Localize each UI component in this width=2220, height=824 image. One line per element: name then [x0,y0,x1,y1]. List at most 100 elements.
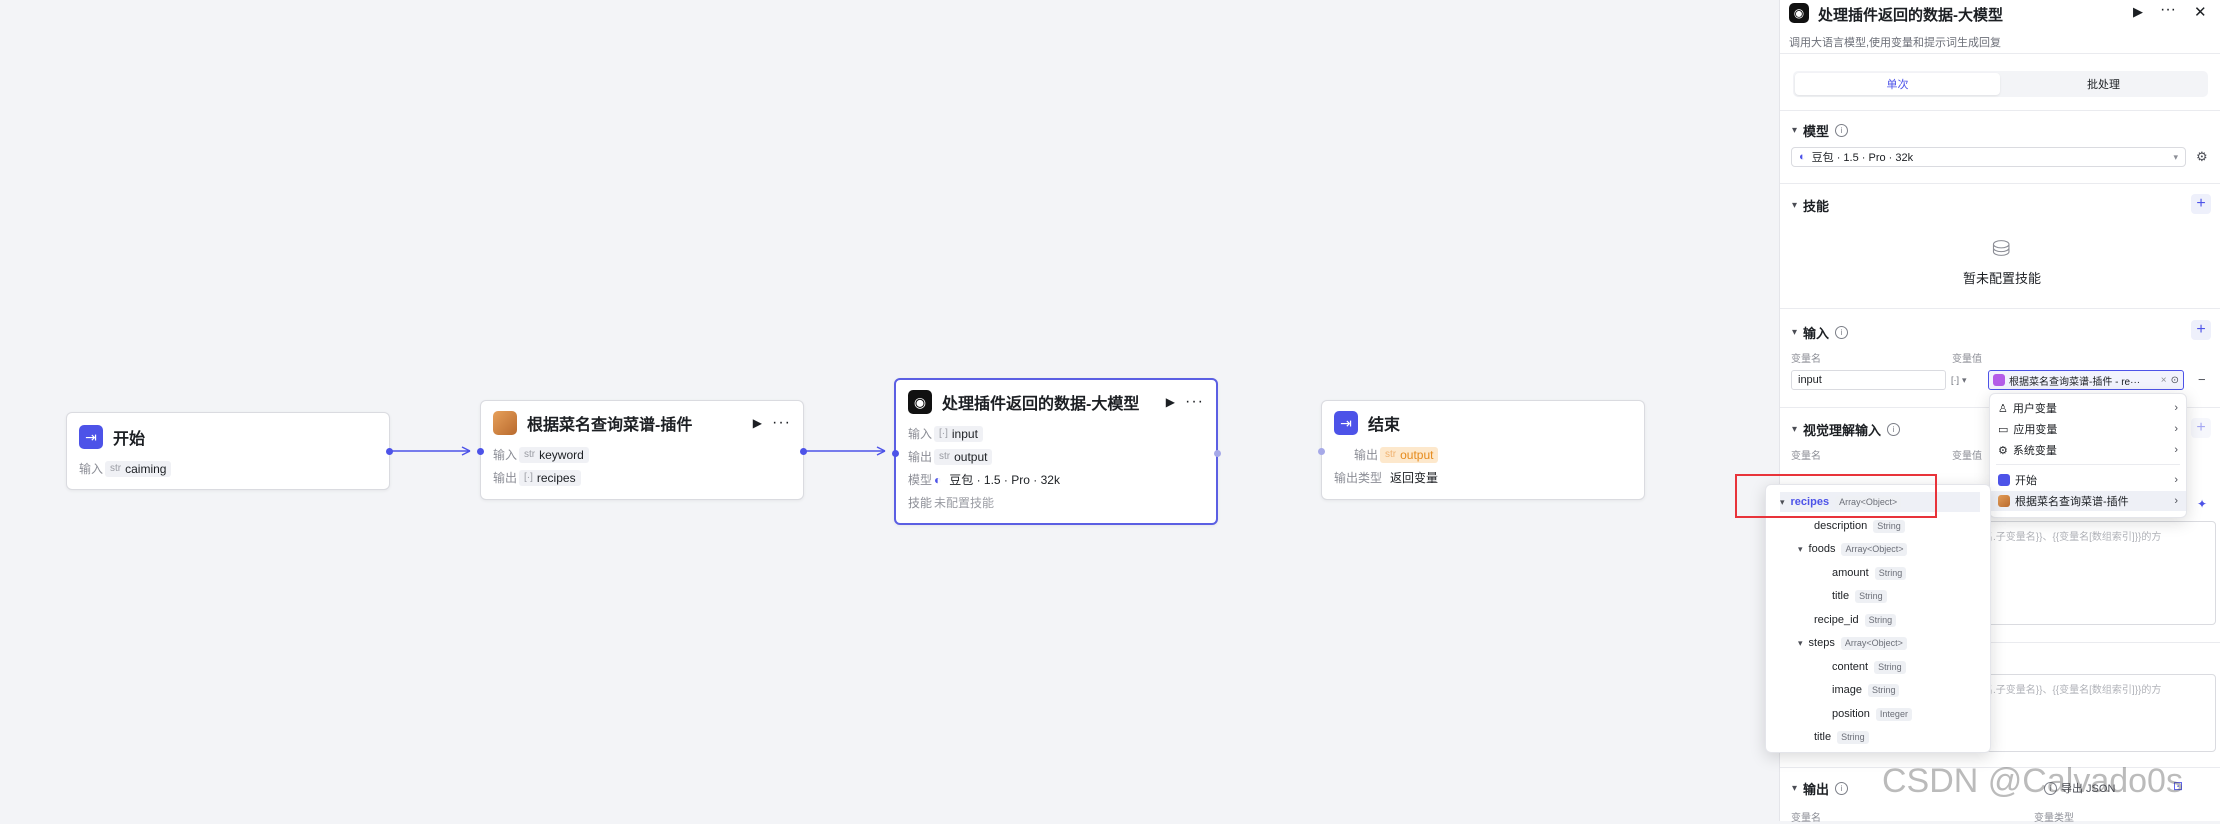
vision-section-title: 视觉理解输入 [1803,423,1882,438]
end-output-kind-label: 输出类型 [1334,471,1383,485]
chevron-down-icon: ▾ [1792,783,1798,794]
end-icon: ⇥ [1334,411,1358,435]
plugin-thumbnail-icon [1998,495,2010,507]
menu-system-variables[interactable]: ⚙ 系统变量 › [1990,440,2186,460]
menu-app-variables[interactable]: ▭ 应用变量 › [1990,419,2186,439]
llm-skill-label: 技能 [908,496,933,510]
vision-section-header[interactable]: ▾ 视觉理解输入 i [1792,420,1901,439]
workflow-canvas[interactable]: ⇥ 开始 输入 str caiming 根据菜名查询菜谱-插件 ▶ ··· 输入 … [0,0,1776,821]
close-icon[interactable]: ✕ [2194,3,2207,21]
tree-item-position[interactable]: position Integer [1832,704,1912,724]
user-prompt-placeholder: 变量名.子变量名}}、{{变量名[数组索引]}}的方 [1963,685,2162,696]
plugin-output-chip: [·] recipes [519,469,581,486]
tree-item-amount[interactable]: amount String [1832,563,1907,583]
system-prompt-placeholder: 变量名.子变量名}}、{{变量名[数组索引]}}的方 [1963,532,2162,543]
skill-empty-text: 暂未配置技能 [1963,271,2042,286]
user-prompt-editor[interactable]: 变量名.子变量名}}、{{变量名[数组索引]}}的方 [1952,674,2216,752]
tree-item-content[interactable]: content String [1832,657,1906,677]
chevron-down-icon: ▾ [1962,374,1967,385]
llm-node-title: 处理插件返回的数据-大模型 [942,396,1140,413]
model-settings-icon[interactable]: ⚙ [2196,149,2208,165]
add-vision-input-button[interactable]: + [2191,418,2211,438]
output-col-name: 变量名 [1791,813,1821,824]
start-output-port[interactable] [386,448,393,455]
start-icon [1998,474,2010,486]
watermark: CSDN @Calvado0s [1882,762,2183,800]
tree-item-foods[interactable]: ▾ foods Array<Object> [1798,539,1908,559]
skill-section-title: 技能 [1803,199,1830,214]
chevron-down-icon: ▾ [2173,151,2178,162]
tree-item-description[interactable]: description String [1814,516,1905,536]
more-icon[interactable]: ··· [2160,1,2176,19]
chevron-down-icon: ▾ [1792,424,1798,435]
chevron-right-icon: › [2174,444,2178,456]
llm-output-chip: str output [934,448,993,465]
chevron-down-icon: ▾ [1798,637,1803,648]
output-col-type: 变量类型 [2034,813,2074,824]
menu-user-variables[interactable]: ♙ 用户变量 › [1990,398,2186,418]
plugin-input-port[interactable] [477,448,484,455]
start-input-chip: str caiming [105,460,172,477]
end-output-chip: str output [1380,446,1439,463]
input-section-title: 输入 [1803,326,1830,341]
plugin-output-port[interactable] [800,448,807,455]
folder-icon: ▭ [1998,423,2009,436]
remove-input-icon[interactable]: − [2198,372,2206,387]
info-icon: i [1835,782,1849,795]
end-output-label: 输出 [1354,448,1379,462]
tree-item-food-title[interactable]: title String [1832,586,1887,606]
plugin-thumbnail-icon [1993,374,2005,386]
chevron-right-icon: › [2174,402,2178,414]
llm-input-port[interactable] [892,450,899,457]
menu-plugin-node[interactable]: 根据菜名查询菜谱-插件 › [1990,491,2186,511]
end-node[interactable]: ⇥ 结束 输出 str output 输出类型 返回变量 [1318,400,1645,500]
run-node-icon[interactable]: ▶ [753,416,762,430]
variable-source-menu: ♙ 用户变量 › ▭ 应用变量 › ⚙ 系统变量 › 开始 › 根据菜名查询菜谱-插件 › [1989,393,2187,518]
tree-item-steps[interactable]: ▾ steps Array<Object> [1798,633,1907,653]
skill-section-header[interactable]: ▾ 技能 [1792,196,1829,215]
input-section-header[interactable]: ▾ 输入 i [1792,323,1849,342]
llm-output-port[interactable] [1214,450,1221,457]
empty-box-icon: ⛁ [1992,236,2011,261]
tab-batch[interactable]: 批处理 [2001,73,2206,95]
input-type-select[interactable]: [·] ▾ [1951,370,1985,390]
chevron-down-icon: ▾ [1798,543,1803,554]
tree-item-image[interactable]: image String [1832,680,1900,700]
start-input-label: 输入 [79,462,104,476]
info-icon: i [1887,423,1901,436]
system-prompt-editor[interactable]: 变量名.子变量名}}、{{变量名[数组索引]}}的方 [1952,521,2216,625]
start-node[interactable]: ⇥ 开始 输入 str caiming [66,412,393,490]
end-output-kind-value: 返回变量 [1390,471,1439,485]
menu-start-node[interactable]: 开始 › [1990,470,2186,490]
end-input-port[interactable] [1318,448,1325,455]
llm-icon: ◉ [1789,3,1809,23]
llm-input-label: 输入 [908,427,933,441]
input-col-name: 变量名 [1791,354,1821,365]
chevron-down-icon: ▾ [1792,125,1798,136]
gear-icon: ⚙ [1998,444,2008,457]
run-node-icon[interactable]: ▶ [1166,395,1175,409]
plugin-node[interactable]: 根据菜名查询菜谱-插件 ▶ ··· 输入 str keyword 输出 [·] re… [477,400,807,500]
panel-subtitle: 调用大语言模型,使用变量和提示词生成回复 [1789,37,2002,49]
more-icon[interactable]: ··· [772,414,791,432]
output-field-tree: ▾ recipes Array<Object> description String … [1765,484,1991,753]
model-logo-icon: ◐ [934,472,942,487]
tree-item-recipe-title[interactable]: title String [1814,727,1869,747]
model-select[interactable]: ◐ 豆包 · 1.5 · Pro · 32k ▾ [1791,147,2186,167]
model-section-header[interactable]: ▾ 模型 i [1792,121,1849,140]
ai-optimize-icon[interactable]: ✦ [2197,497,2207,511]
llm-model-label: 模型 [908,473,933,487]
input-col-value: 变量值 [1952,354,1982,365]
tab-single[interactable]: 单次 [1795,73,2000,95]
more-icon[interactable]: ··· [1185,393,1204,411]
input-value-reference[interactable]: 根据菜名查询菜谱-插件 - re··· × ⊙ [1988,370,2184,390]
chevron-right-icon: › [2174,423,2178,435]
input-var-name-field[interactable]: input [1791,370,1946,390]
run-icon[interactable]: ▶ [2133,4,2143,20]
tree-item-recipe-id[interactable]: recipe_id String [1814,610,1897,630]
start-node-title: 开始 [113,431,146,448]
add-skill-button[interactable]: + [2191,194,2211,214]
output-section-header[interactable]: ▾ 输出 i [1792,779,1849,798]
add-input-button[interactable]: + [2191,320,2211,340]
llm-node[interactable]: ◉ 处理插件返回的数据-大模型 ▶ ··· 输入 [·] input 输出 str… [892,378,1221,525]
